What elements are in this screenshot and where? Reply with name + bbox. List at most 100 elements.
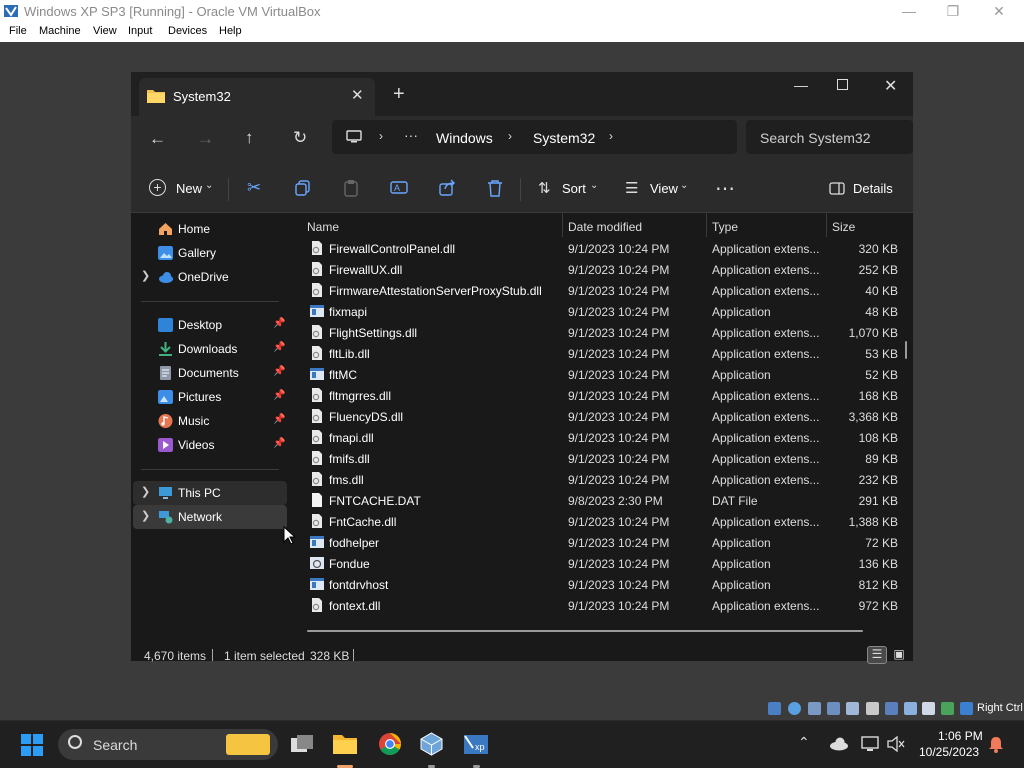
menu-help[interactable]: Help xyxy=(219,25,242,37)
column-header-date[interactable]: Date modified xyxy=(568,213,705,237)
mouse-integration-icon[interactable] xyxy=(960,702,973,715)
rename-icon[interactable]: A xyxy=(390,179,408,196)
new-button[interactable]: + New ⌄ xyxy=(149,166,215,213)
nav-downloads[interactable]: Downloads 📌 xyxy=(133,337,287,361)
close-button[interactable]: ✕ xyxy=(884,76,897,96)
file-explorer-taskbar-icon[interactable] xyxy=(333,732,357,754)
tiles-view-toggle[interactable]: ▣ xyxy=(890,646,908,664)
nav-documents[interactable]: Documents 📌 xyxy=(133,361,287,385)
pin-icon[interactable]: 📌 xyxy=(273,438,285,449)
more-locations-button[interactable]: ··· xyxy=(404,127,418,143)
nav-videos[interactable]: Videos 📌 xyxy=(133,433,287,457)
hard-disk-icon[interactable] xyxy=(768,702,781,715)
nav-music[interactable]: Music 📌 xyxy=(133,409,287,433)
clock-date[interactable]: 10/25/2023 xyxy=(919,745,979,759)
breadcrumb-windows[interactable]: Windows xyxy=(436,130,493,146)
nav-pictures[interactable]: Pictures 📌 xyxy=(133,385,287,409)
vt-x-icon[interactable] xyxy=(922,702,935,715)
column-divider[interactable] xyxy=(706,213,707,237)
column-divider[interactable] xyxy=(562,213,563,237)
clock-time[interactable]: 1:06 PM xyxy=(938,729,983,743)
guest-additions-icon[interactable] xyxy=(941,702,954,715)
chevron-up-icon[interactable]: ⌃ xyxy=(798,734,810,751)
windows-start-icon[interactable] xyxy=(21,734,43,756)
address-bar[interactable]: › ··· Windows › System32 › xyxy=(332,120,737,154)
menu-view[interactable]: View xyxy=(93,25,117,37)
table-row[interactable]: FirewallControlPanel.dll 9/1/2023 10:24 P… xyxy=(289,238,909,259)
new-tab-button[interactable]: + xyxy=(393,83,405,106)
taskbar-search-box[interactable]: Search xyxy=(58,729,278,760)
onedrive-status-icon[interactable] xyxy=(829,737,849,751)
usb-icon[interactable] xyxy=(846,702,859,715)
nav-gallery[interactable]: Gallery xyxy=(133,241,287,265)
view-button[interactable]: ☰ View ⌄ xyxy=(625,166,691,213)
table-row[interactable]: fmapi.dll 9/1/2023 10:24 PM Application ex… xyxy=(289,427,909,448)
breadcrumb-system32[interactable]: System32 xyxy=(533,130,595,146)
close-tab-icon[interactable]: ✕ xyxy=(351,86,364,104)
display-settings-icon[interactable] xyxy=(861,736,879,752)
nav-this-pc[interactable]: ❯ This PC xyxy=(133,481,287,505)
table-row[interactable]: fodhelper 9/1/2023 10:24 PM Application 72 … xyxy=(289,532,909,553)
nav-network[interactable]: ❯ Network xyxy=(133,505,287,529)
chevron-right-icon[interactable]: ❯ xyxy=(141,269,150,282)
minimize-button[interactable]: — xyxy=(886,0,932,23)
table-row[interactable]: fontext.dll 9/1/2023 10:24 PM Application … xyxy=(289,595,909,616)
minimize-button[interactable]: — xyxy=(794,77,808,93)
recording-icon[interactable] xyxy=(904,702,917,715)
table-row[interactable]: FntCache.dll 9/1/2023 10:24 PM Application… xyxy=(289,511,909,532)
table-row[interactable]: FluencyDS.dll 9/1/2023 10:24 PM Applicatio… xyxy=(289,406,909,427)
close-button[interactable]: ✕ xyxy=(976,0,1022,23)
column-header-type[interactable]: Type xyxy=(712,213,824,237)
task-view-icon[interactable] xyxy=(290,734,314,755)
up-button[interactable]: ↑ xyxy=(245,128,254,148)
table-row[interactable]: FlightSettings.dll 9/1/2023 10:24 PM Appli… xyxy=(289,322,909,343)
table-row[interactable]: fmifs.dll 9/1/2023 10:24 PM Application ex… xyxy=(289,448,909,469)
table-row[interactable]: fms.dll 9/1/2023 10:24 PM Application exte… xyxy=(289,469,909,490)
notification-bell-icon[interactable] xyxy=(988,736,1004,753)
search-input[interactable]: Search System32 xyxy=(760,130,871,146)
optical-drive-icon[interactable] xyxy=(788,702,801,715)
horizontal-scrollbar-thumb[interactable] xyxy=(307,630,863,632)
table-row[interactable]: fixmapi 9/1/2023 10:24 PM Application 48 KB xyxy=(289,301,909,322)
refresh-button[interactable]: ↻ xyxy=(293,128,307,148)
pin-icon[interactable]: 📌 xyxy=(273,366,285,377)
details-button[interactable]: Details xyxy=(829,166,899,213)
menu-file[interactable]: File xyxy=(9,25,27,37)
table-row[interactable]: fltmgrres.dll 9/1/2023 10:24 PM Applicatio… xyxy=(289,385,909,406)
pin-icon[interactable]: 📌 xyxy=(273,318,285,329)
volume-muted-icon[interactable] xyxy=(887,736,905,752)
shared-folders-icon[interactable] xyxy=(866,702,879,715)
copy-icon[interactable] xyxy=(295,180,311,196)
cut-icon[interactable]: ✂ xyxy=(247,178,261,198)
column-header-name[interactable]: Name xyxy=(307,213,562,237)
share-icon[interactable] xyxy=(439,179,456,196)
column-header-size[interactable]: Size xyxy=(832,213,902,237)
chevron-right-icon[interactable]: ❯ xyxy=(141,485,150,498)
menu-input[interactable]: Input xyxy=(128,25,152,37)
details-view-toggle[interactable]: ☰ xyxy=(867,646,887,664)
nav-desktop[interactable]: Desktop 📌 xyxy=(133,313,287,337)
more-options-button[interactable]: ⋯ xyxy=(715,176,736,201)
menu-machine[interactable]: Machine xyxy=(39,25,81,37)
menu-devices[interactable]: Devices xyxy=(168,25,207,37)
virtualbox-taskbar-icon[interactable] xyxy=(420,732,443,756)
pin-icon[interactable]: 📌 xyxy=(273,390,285,401)
restore-button[interactable]: ❐ xyxy=(930,0,976,23)
table-row[interactable]: Fondue 9/1/2023 10:24 PM Application 136 KB xyxy=(289,553,909,574)
search-box[interactable]: Search System32 xyxy=(746,120,913,154)
chevron-right-icon[interactable]: ❯ xyxy=(141,509,150,522)
column-divider[interactable] xyxy=(826,213,827,237)
display-icon[interactable] xyxy=(885,702,898,715)
table-row[interactable]: fltMC 9/1/2023 10:24 PM Application 52 KB xyxy=(289,364,909,385)
windows-xp-vm-icon[interactable]: xp xyxy=(463,732,489,756)
pin-icon[interactable]: 📌 xyxy=(273,414,285,425)
vertical-scrollbar-thumb[interactable] xyxy=(905,341,907,359)
forward-button[interactable]: → xyxy=(197,129,214,149)
pin-icon[interactable]: 📌 xyxy=(273,342,285,353)
nav-onedrive[interactable]: ❯ OneDrive xyxy=(133,265,287,289)
audio-icon[interactable] xyxy=(808,702,821,715)
table-row[interactable]: FNTCACHE.DAT 9/8/2023 2:30 PM DAT File 291 … xyxy=(289,490,909,511)
table-row[interactable]: fltLib.dll 9/1/2023 10:24 PM Application e… xyxy=(289,343,909,364)
paste-icon[interactable] xyxy=(343,179,359,197)
chrome-icon[interactable] xyxy=(378,732,402,756)
